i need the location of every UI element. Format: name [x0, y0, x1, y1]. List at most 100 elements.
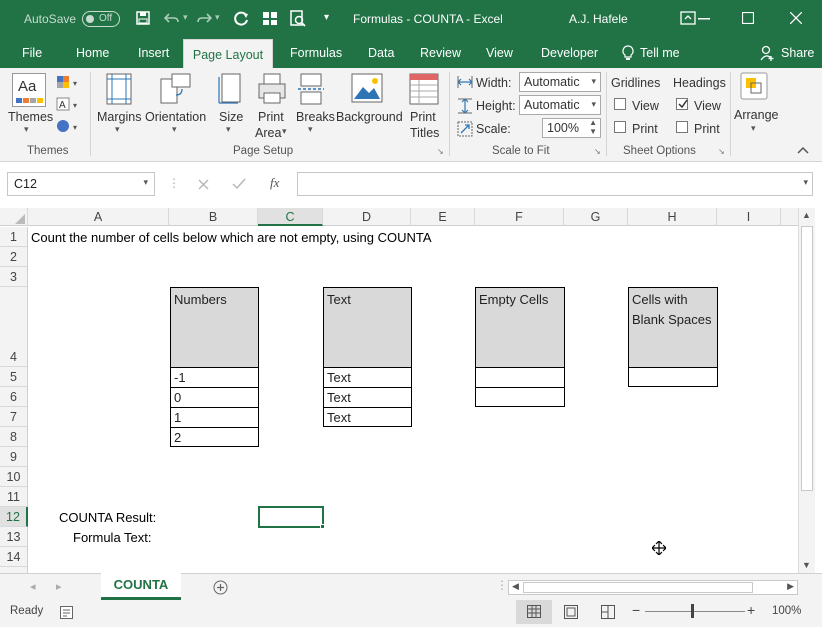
theme-colors-icon[interactable]: ▾ [56, 75, 82, 89]
tell-me-search[interactable]: Tell me [640, 38, 680, 68]
minimize-icon[interactable] [698, 18, 710, 20]
tab-split-grip-icon[interactable]: ⋮ [496, 578, 508, 592]
scale-to-fit-launcher-icon[interactable]: ↘ [594, 147, 601, 156]
fill-handle[interactable] [320, 524, 325, 529]
row-header-1[interactable]: 1 [0, 227, 28, 247]
zoom-slider-track[interactable] [645, 611, 745, 612]
refresh-icon[interactable] [234, 11, 250, 27]
enter-check-icon[interactable] [232, 178, 246, 190]
customize-toolbar-icon[interactable]: ▾ [324, 12, 329, 23]
macro-record-icon[interactable] [60, 606, 73, 619]
row-header-9[interactable]: 9 [0, 447, 28, 467]
column-header-f[interactable]: F [475, 208, 564, 226]
number-cell-b7[interactable]: 1 [170, 407, 259, 428]
arrange-button[interactable]: Arrange [734, 108, 778, 122]
size-icon[interactable] [218, 73, 242, 105]
gridlines-view-checkbox[interactable] [614, 98, 626, 110]
page-setup-launcher-icon[interactable]: ↘ [437, 147, 444, 156]
scale-down-icon[interactable]: ▼ [589, 127, 597, 136]
breaks-icon[interactable] [298, 73, 324, 105]
row-header-2[interactable]: 2 [0, 247, 28, 267]
blank-spaces-header-cell[interactable]: Cells with Blank Spaces [628, 287, 718, 368]
column-header-d[interactable]: D [323, 208, 411, 226]
height-select[interactable]: Automatic ▾ [519, 95, 601, 115]
column-header-h[interactable]: H [628, 208, 717, 226]
row-header-6[interactable]: 6 [0, 387, 28, 407]
redo-icon[interactable] [196, 11, 212, 25]
text-cell-d6[interactable]: Text [323, 387, 412, 408]
page-layout-view-icon[interactable] [564, 605, 578, 619]
size-dropdown-icon[interactable]: ▾ [226, 124, 231, 135]
layout-icon[interactable] [262, 11, 278, 26]
print-preview-icon[interactable] [290, 10, 306, 27]
name-box[interactable]: C12 ▾ [7, 172, 155, 196]
print-titles-icon[interactable] [409, 73, 439, 105]
cancel-entry-icon[interactable] [198, 179, 209, 190]
tab-home[interactable]: Home [76, 38, 109, 68]
print-area-icon[interactable] [258, 73, 286, 105]
orientation-button[interactable]: Orientation [145, 110, 206, 124]
themes-icon[interactable]: Aa [12, 73, 46, 107]
cell-a1[interactable]: Count the number of cells below which ar… [31, 230, 432, 245]
formula-input[interactable]: ▾ [297, 172, 813, 196]
orientation-dropdown-icon[interactable]: ▾ [172, 124, 177, 135]
formula-text-label[interactable]: Formula Text: [73, 530, 152, 545]
scroll-right-icon[interactable]: ▶ [787, 581, 794, 592]
expand-formula-bar-icon[interactable]: ▾ [803, 177, 808, 188]
normal-view-button[interactable] [516, 600, 552, 624]
blank-space-cell-h5[interactable] [628, 367, 718, 387]
worksheet-grid[interactable]: Count the number of cells below which ar… [29, 227, 798, 573]
theme-fonts-icon[interactable]: A ▾ [56, 97, 82, 111]
column-header-g[interactable]: G [564, 208, 628, 226]
zoom-in-icon[interactable]: + [747, 602, 755, 618]
save-icon[interactable] [136, 11, 150, 25]
column-header-i[interactable]: I [717, 208, 781, 226]
page-break-preview-icon[interactable] [601, 605, 615, 619]
margins-button[interactable]: Margins [97, 110, 141, 124]
breaks-button[interactable]: Breaks [296, 110, 335, 124]
new-sheet-icon[interactable] [213, 580, 228, 595]
headings-view-checkbox[interactable] [676, 98, 688, 110]
themes-button[interactable]: Themes [8, 110, 53, 124]
user-name[interactable]: A.J. Hafele [569, 12, 628, 26]
themes-dropdown-icon[interactable]: ▾ [24, 124, 29, 135]
scroll-down-icon[interactable]: ▼ [802, 560, 811, 570]
theme-effects-icon[interactable]: ▾ [56, 119, 82, 133]
undo-icon[interactable] [164, 11, 180, 25]
tab-view[interactable]: View [486, 38, 513, 68]
column-header-c[interactable]: C [258, 208, 323, 226]
column-header-b[interactable]: B [169, 208, 258, 226]
row-header-10[interactable]: 10 [0, 467, 28, 487]
next-sheet-icon[interactable]: ▸ [56, 580, 62, 593]
tab-developer[interactable]: Developer [541, 38, 598, 68]
share-icon[interactable] [760, 45, 774, 61]
print-titles-button[interactable]: Print [410, 110, 436, 124]
text-cell-d7[interactable]: Text [323, 407, 412, 427]
gridlines-print-checkbox[interactable] [614, 121, 626, 133]
empty-cell-f6[interactable] [475, 387, 565, 407]
scroll-left-icon[interactable]: ◀ [512, 581, 519, 592]
lightbulb-icon[interactable] [622, 45, 634, 61]
ribbon-display-icon[interactable] [680, 11, 696, 25]
row-header-5[interactable]: 5 [0, 367, 28, 387]
row-header-11[interactable]: 11 [0, 487, 28, 507]
arrange-dropdown-icon[interactable]: ▾ [751, 123, 756, 134]
column-header-e[interactable]: E [411, 208, 475, 226]
number-cell-b8[interactable]: 2 [170, 427, 259, 447]
counta-result-label[interactable]: COUNTA Result: [59, 510, 156, 525]
tab-file[interactable]: File [22, 38, 42, 68]
redo-dropdown-icon[interactable]: ▾ [215, 12, 220, 23]
print-area-button[interactable]: Print [258, 110, 284, 124]
margins-icon[interactable] [106, 73, 132, 105]
collapse-ribbon-icon[interactable] [797, 146, 809, 154]
text-cell-d5[interactable]: Text [323, 367, 412, 388]
zoom-level[interactable]: 100% [772, 605, 801, 617]
numbers-header-cell[interactable]: Numbers [170, 287, 259, 368]
insert-function-icon[interactable]: fx [270, 175, 279, 191]
column-header-a[interactable]: A [28, 208, 169, 226]
margins-dropdown-icon[interactable]: ▾ [115, 124, 120, 135]
number-cell-b5[interactable]: -1 [170, 367, 259, 388]
scale-spinner[interactable]: 100% ▲ ▼ [542, 118, 601, 138]
tab-formulas[interactable]: Formulas [290, 38, 342, 68]
scale-up-icon[interactable]: ▲ [589, 118, 597, 127]
